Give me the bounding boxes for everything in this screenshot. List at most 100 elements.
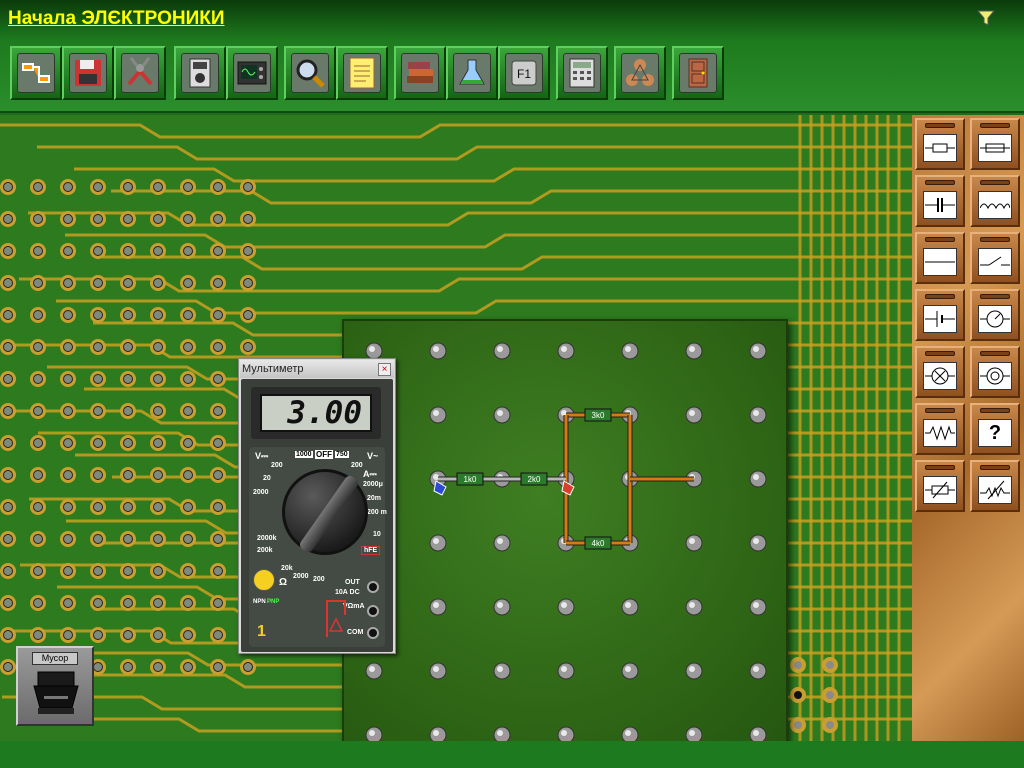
- range-200-vdc: 200: [271, 462, 283, 469]
- help-button[interactable]: F1: [498, 46, 550, 100]
- svg-text:1k0: 1k0: [464, 475, 477, 484]
- door-icon: [679, 53, 717, 93]
- hanger: [925, 465, 955, 470]
- floppy-disk-icon: [69, 53, 107, 93]
- component-potentiometer[interactable]: [970, 460, 1020, 512]
- zigzag-icon: [923, 419, 957, 447]
- component-coil[interactable]: [970, 346, 1020, 398]
- component-lamp[interactable]: [915, 346, 965, 398]
- meter-number: 1: [257, 623, 266, 640]
- notes-button[interactable]: [336, 46, 388, 100]
- wire-icon: [923, 248, 957, 276]
- workspace: 1k0 2k0 3k0 4k0: [0, 115, 912, 741]
- range-200k: 200k: [257, 547, 273, 554]
- oscilloscope-icon: [233, 53, 271, 93]
- multimeter-window[interactable]: Мультиметр × 3.00 V⎓ 1000 OFF 750 V~ 200…: [238, 358, 396, 654]
- coil-icon: [978, 362, 1012, 390]
- notepad-icon: [343, 53, 381, 93]
- save-button[interactable]: [62, 46, 114, 100]
- resistor-icon: [923, 134, 957, 162]
- hanger: [980, 294, 1010, 299]
- range-750: 750: [335, 451, 349, 458]
- range-2000-v: 2000: [253, 489, 269, 496]
- svg-text:F1: F1: [517, 67, 531, 81]
- multimeter-body: 3.00 V⎓ 1000 OFF 750 V~ 200 200 20 A⎓ 20…: [241, 379, 393, 652]
- hanger: [925, 237, 955, 242]
- trash-icon: [33, 671, 79, 714]
- range-10: 10: [373, 531, 381, 538]
- close-button[interactable]: ×: [378, 363, 391, 376]
- oscilloscope-button[interactable]: [226, 46, 278, 100]
- hfe-label: hFE: [361, 546, 381, 555]
- lcd-frame: 3.00: [251, 387, 381, 439]
- component-rheostat[interactable]: [915, 460, 965, 512]
- multimeter-button[interactable]: [174, 46, 226, 100]
- fuse-icon: [978, 134, 1012, 162]
- capacitor-icon: [923, 191, 957, 219]
- component-battery[interactable]: [915, 289, 965, 341]
- ohm-label: Ω: [279, 577, 288, 588]
- transistor-socket[interactable]: [253, 569, 275, 591]
- schematic-icon: [17, 53, 55, 93]
- dial-panel: V⎓ 1000 OFF 750 V~ 200 200 20 A⎓ 2000μ 2…: [249, 447, 387, 647]
- component-capacitor[interactable]: [915, 175, 965, 227]
- tools-button[interactable]: [114, 46, 166, 100]
- lcd-display: 3.00: [260, 394, 372, 432]
- magnifier-button[interactable]: [284, 46, 336, 100]
- app-header: Начала ЭЛЄКТРОНИКИ F1: [0, 0, 1024, 113]
- breadboard-grid: 1k0 2k0 3k0 4k0: [365, 342, 767, 741]
- component-switch[interactable]: [970, 232, 1020, 284]
- jack-10a[interactable]: [367, 581, 379, 593]
- component-unknown[interactable]: ?: [970, 403, 1020, 455]
- library-button[interactable]: [394, 46, 446, 100]
- resistor[interactable]: 1k0: [456, 472, 484, 486]
- vac-label: V~: [367, 451, 379, 461]
- hanger: [925, 408, 955, 413]
- lab-button[interactable]: [446, 46, 498, 100]
- component-inductor[interactable]: [970, 175, 1020, 227]
- hanger: [980, 351, 1010, 356]
- books-icon: [401, 53, 439, 93]
- svg-text:3k0: 3k0: [592, 411, 605, 420]
- component-wire[interactable]: [915, 232, 965, 284]
- flask-icon: [453, 53, 491, 93]
- molecule-icon: [621, 53, 659, 93]
- calculator-button[interactable]: [556, 46, 608, 100]
- breadboard[interactable]: 1k0 2k0 3k0 4k0: [342, 319, 788, 741]
- range-selector-knob[interactable]: [282, 469, 368, 555]
- exit-button[interactable]: [672, 46, 724, 100]
- range-20k: 20k: [281, 565, 293, 572]
- component-variable-resistor[interactable]: [915, 403, 965, 455]
- range-2000u: 2000μ: [363, 481, 383, 488]
- resistor[interactable]: 4k0: [584, 536, 612, 550]
- range-20: 20: [263, 475, 271, 482]
- multimeter-titlebar[interactable]: Мультиметр ×: [240, 360, 394, 378]
- vdc-label: V⎓: [255, 451, 269, 461]
- jack-com[interactable]: [367, 627, 379, 639]
- com-label: COM: [347, 629, 364, 636]
- calculator-icon: [563, 53, 601, 93]
- off-label[interactable]: OFF: [315, 450, 333, 459]
- resistor[interactable]: 3k0: [584, 408, 612, 422]
- component-resistor[interactable]: [915, 118, 965, 170]
- trash-bin[interactable]: Мусор: [16, 646, 94, 726]
- component-fuse[interactable]: [970, 118, 1020, 170]
- amp-label: A⎓: [363, 469, 377, 479]
- out-label: OUT: [345, 579, 360, 586]
- hanger: [980, 465, 1010, 470]
- component-voltmeter[interactable]: [970, 289, 1020, 341]
- molecule-button[interactable]: [614, 46, 666, 100]
- question-icon: ?: [978, 419, 1012, 447]
- potentiometer-icon: [978, 476, 1012, 504]
- hanger: [980, 237, 1010, 242]
- filter-icon[interactable]: [976, 8, 996, 28]
- hanger: [980, 408, 1010, 413]
- range-2000-ohm: 2000: [293, 573, 309, 580]
- app-title[interactable]: Начала ЭЛЄКТРОНИКИ: [8, 8, 224, 30]
- jack-v-ohm-ma[interactable]: [367, 605, 379, 617]
- range-2000k: 2000k: [257, 535, 277, 542]
- resistor[interactable]: 2k0: [520, 472, 548, 486]
- hanger: [925, 180, 955, 185]
- circuit-wizard-button[interactable]: [10, 46, 62, 100]
- range-200m: 200 m: [367, 509, 387, 516]
